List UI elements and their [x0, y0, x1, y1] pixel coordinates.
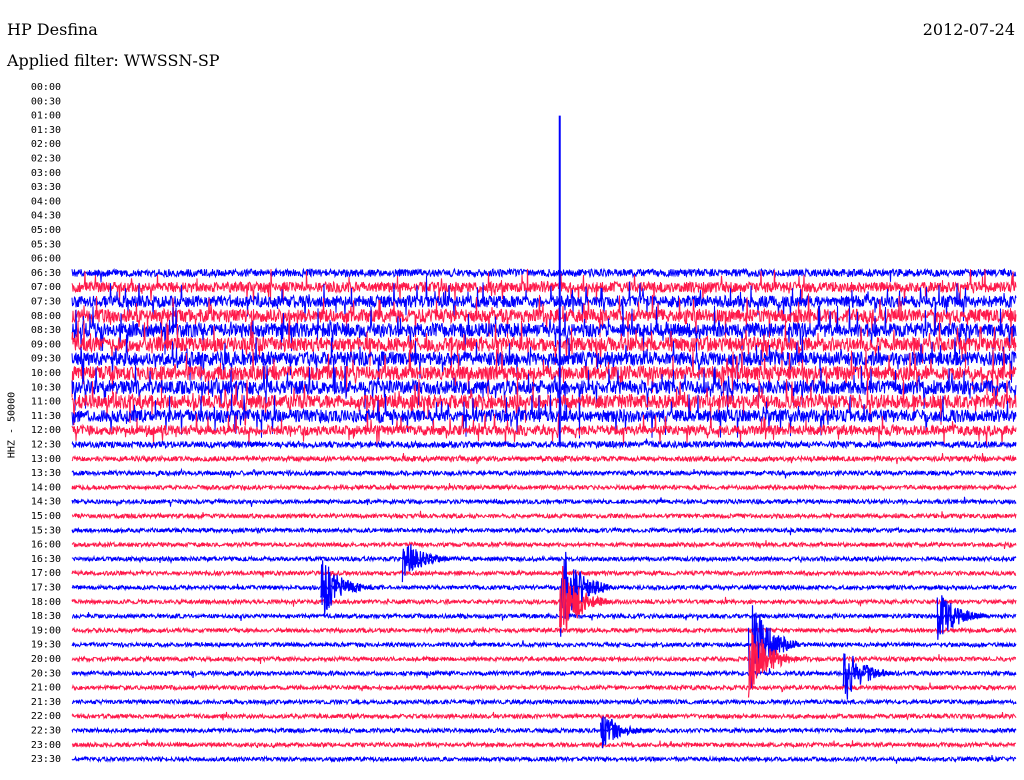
helicorder-plot: 00:00 00:30 01:00 01:30 02:00 02:30 03:00 03:30…	[31, 82, 1017, 765]
event-burst-8	[401, 544, 453, 583]
tick-label-0900: 09:00	[31, 339, 61, 350]
trace-row-1600	[71, 540, 1017, 549]
tick-label-2000: 20:00	[31, 654, 61, 665]
tick-label-1730: 17:30	[31, 583, 61, 594]
tick-label-0230: 02:30	[31, 154, 61, 165]
tick-label-0200: 02:00	[31, 139, 61, 150]
tick-label-2100: 21:00	[31, 683, 61, 694]
tick-label-1030: 10:30	[31, 382, 61, 393]
tick-label-0430: 04:30	[31, 211, 61, 222]
tick-label-1130: 11:30	[31, 411, 61, 422]
tick-label-1100: 11:00	[31, 397, 61, 408]
trace-row-2000	[71, 654, 1016, 664]
tick-label-0700: 07:00	[31, 282, 61, 293]
trace-row-2300	[71, 739, 1017, 749]
tick-label-2130: 21:30	[31, 697, 61, 708]
event-burst-3	[320, 560, 372, 615]
trace-row-1430	[71, 496, 1017, 507]
trace-row-2100	[71, 682, 1016, 693]
trace-row-1230	[71, 438, 1017, 450]
tick-label-1500: 15:00	[31, 511, 61, 522]
trace-row-1930	[71, 640, 1017, 649]
tick-label-0630: 06:30	[31, 268, 61, 279]
tick-label-1830: 18:30	[31, 611, 61, 622]
trace-row-1900	[71, 626, 1017, 635]
tick-label-2300: 23:00	[31, 740, 61, 751]
trace-row-1400	[71, 482, 1017, 492]
seismic-traces	[71, 267, 1017, 764]
tick-label-1900: 19:00	[31, 625, 61, 636]
tick-label-0530: 05:30	[31, 239, 61, 250]
tick-label-1630: 16:30	[31, 554, 61, 565]
tick-label-1430: 14:30	[31, 497, 61, 508]
tick-label-2230: 22:30	[31, 726, 61, 737]
tick-label-1300: 13:00	[31, 454, 61, 465]
trace-row-2130	[71, 697, 1017, 706]
trace-row-2230	[71, 726, 1017, 735]
trace-row-0630	[71, 267, 1017, 283]
trace-row-1700	[71, 569, 1017, 578]
trace-row-1330	[71, 467, 1017, 479]
tick-label-0730: 07:30	[31, 297, 61, 308]
tick-label-1930: 19:30	[31, 640, 61, 651]
tick-label-2030: 20:30	[31, 668, 61, 679]
tick-label-1400: 14:00	[31, 482, 61, 493]
tick-label-1600: 16:00	[31, 540, 61, 551]
tick-label-0800: 08:00	[31, 311, 61, 322]
trace-row-1500	[71, 510, 1017, 521]
tick-label-0830: 08:30	[31, 325, 61, 336]
tick-label-0300: 03:00	[31, 168, 61, 179]
trace-row-1630	[71, 554, 1017, 565]
tick-label-1000: 10:00	[31, 368, 61, 379]
tick-label-0600: 06:00	[31, 254, 61, 265]
tick-label-1800: 18:00	[31, 597, 61, 608]
trace-row-1830	[72, 612, 1017, 621]
tick-label-1530: 15:30	[31, 525, 61, 536]
tick-label-0100: 01:00	[31, 111, 61, 122]
tick-label-2200: 22:00	[31, 711, 61, 722]
tick-label-0330: 03:30	[31, 182, 61, 193]
tick-label-0030: 00:30	[31, 96, 61, 107]
tick-label-1230: 12:30	[31, 440, 61, 451]
trace-row-2200	[71, 711, 1017, 722]
time-tick-labels: 00:00 00:30 01:00 01:30 02:00 02:30 03:00 03:30…	[31, 82, 61, 765]
trace-row-2330	[71, 754, 1017, 764]
tick-label-0500: 05:00	[31, 225, 61, 236]
trace-row-1800	[71, 596, 1017, 607]
tick-label-0000: 00:00	[31, 82, 61, 93]
tick-label-2330: 23:30	[31, 754, 61, 765]
tick-label-0130: 01:30	[31, 125, 61, 136]
tick-label-1200: 12:00	[31, 425, 61, 436]
tick-label-0400: 04:00	[31, 196, 61, 207]
trace-row-1730	[71, 583, 1017, 592]
event-burst-2	[559, 565, 611, 631]
tick-label-1330: 13:30	[31, 468, 61, 479]
tick-label-0930: 09:30	[31, 354, 61, 365]
trace-row-1300	[71, 453, 1017, 465]
tick-label-1700: 17:00	[31, 568, 61, 579]
trace-row-1530	[71, 526, 1017, 536]
